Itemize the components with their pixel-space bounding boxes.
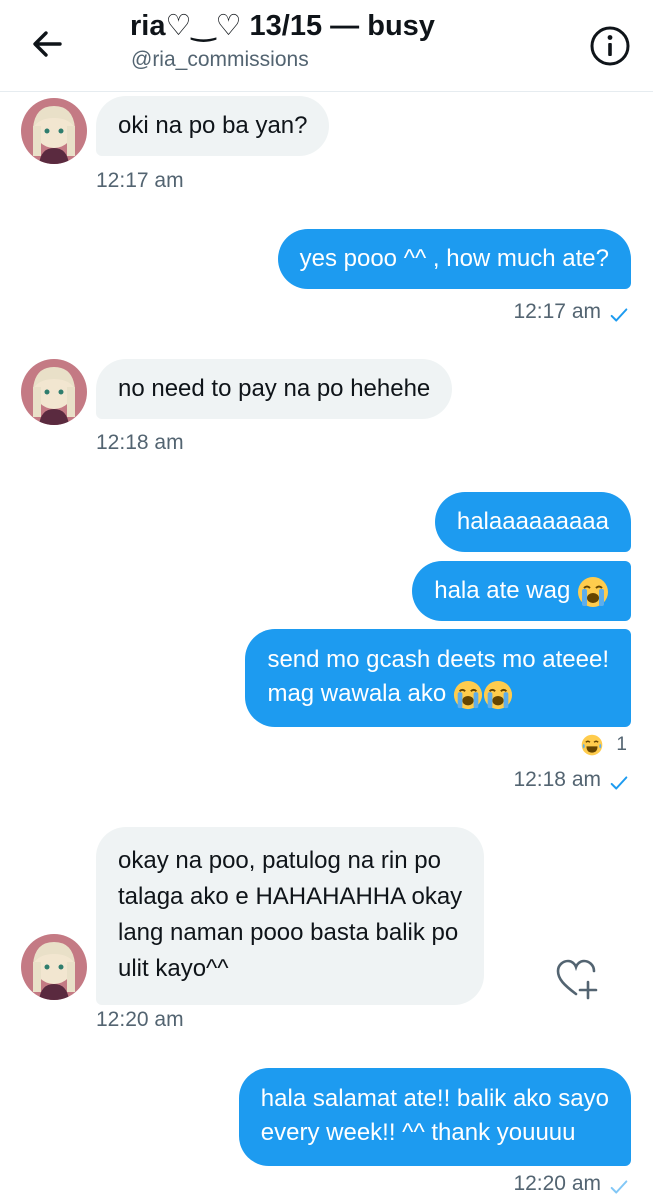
avatar[interactable] [21,934,87,1000]
message-text-line: okay na poo, patulog na rin po [118,847,441,874]
message-text: halaaaaaaaaa [456,508,609,535]
message-timestamp: 12:20 am [96,1008,184,1031]
message-timestamp: 12:17 am [96,169,184,192]
add-reaction-button[interactable] [554,958,600,1000]
message-reaction[interactable]: 1 [581,734,627,756]
checkmark-icon [608,1176,630,1198]
conversation-title: ria♡‿♡ 13/15 — busy [130,10,435,42]
conversation-handle: @ria_commissions [131,48,309,71]
loudly-crying-face-icon [577,576,609,608]
message-text-line: talaga ako e HAHAHAHHA okay [118,883,463,910]
message-text-line: ulit kayo^^ [118,955,229,982]
sent-message-bubble[interactable]: hala ate wag [412,561,631,621]
heart-plus-icon [556,959,598,1000]
message-text: oki na po ba yan? [118,112,308,139]
avatar-image [21,934,87,1000]
info-circle-icon [590,26,630,66]
arrow-left-icon [33,31,62,57]
message-timestamp: 12:18 am [513,768,601,791]
message-text: mag wawala ako [267,680,447,707]
sent-message-bubble[interactable]: halaaaaaaaaa [434,492,631,552]
checkmark-icon [608,304,630,326]
received-message-bubble[interactable]: no need to pay na po hehehe [96,359,453,419]
sent-message-bubble[interactable]: yes pooo ^^ , how much ate? [277,229,631,289]
info-button[interactable] [588,24,632,68]
message-text-line: hala salamat ate!! balik ako sayo [260,1085,609,1112]
message-text: yes pooo ^^ , how much ate? [299,245,609,272]
conversation-header: ria♡‿♡ 13/15 — busy @ria_commissions [0,0,653,92]
avatar-image [21,359,87,425]
avatar[interactable] [21,359,87,425]
loudly-crying-face-icon [453,680,483,710]
checkmark-icon [608,772,630,794]
sent-message-bubble[interactable]: send mo gcash deets mo ateee! mag wawala… [245,629,631,727]
message-timestamp: 12:17 am [513,300,601,323]
loudly-crying-face-icon [483,680,513,710]
received-message-bubble[interactable]: oki na po ba yan? [96,96,330,156]
message-text: no need to pay na po hehehe [118,375,431,402]
reaction-count: 1 [616,734,627,756]
message-timestamp: 12:20 am [513,1172,601,1195]
avatar-image [21,98,87,164]
avatar[interactable] [21,98,87,164]
sent-message-bubble[interactable]: hala salamat ate!! balik ako sayo every … [238,1068,631,1166]
message-text: hala ate wag [434,577,571,604]
message-timestamp: 12:18 am [96,431,184,454]
received-message-bubble[interactable]: okay na poo, patulog na rin po talaga ak… [96,827,485,1005]
message-text-line: send mo gcash deets mo ateee! [267,646,609,673]
tears-of-joy-face-icon [581,734,603,756]
message-text-line-2: mag wawala ako [267,677,609,711]
back-button[interactable] [26,22,78,66]
message-text-line: every week!! ^^ thank youuuu [260,1119,576,1146]
message-text-line: lang naman pooo basta balik po [118,919,459,946]
